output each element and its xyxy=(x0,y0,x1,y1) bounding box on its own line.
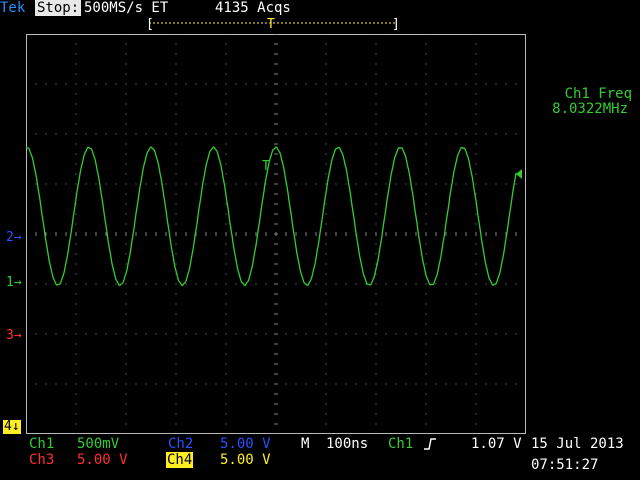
trigger-level-marker: T xyxy=(262,159,270,174)
brand-label: Tek xyxy=(0,0,26,16)
ch4-scale: 5.00 V xyxy=(220,452,271,468)
measurement-label: Ch1 Freq xyxy=(564,86,632,102)
ch3-label[interactable]: Ch3 xyxy=(29,452,54,468)
trigger-source[interactable]: Ch1 xyxy=(388,436,413,452)
record-position-bar: [ ] T xyxy=(146,17,400,30)
ch3-scale: 5.00 V xyxy=(77,452,128,468)
ch2-ground-marker[interactable]: 2→ xyxy=(6,231,22,245)
ch3-ground-marker[interactable]: 3→ xyxy=(6,329,22,343)
ch4-label[interactable]: Ch4 xyxy=(166,452,194,468)
ch2-label[interactable]: Ch2 xyxy=(168,436,193,452)
trigger-position-marker: T xyxy=(267,17,275,30)
horizontal-scale[interactable]: 100ns xyxy=(326,436,368,452)
time-readout: 07:51:27 xyxy=(531,457,599,473)
ch4-ground-marker[interactable]: 4↓ xyxy=(3,420,21,434)
ch1-ground-marker[interactable]: 1→ xyxy=(6,276,22,290)
rising-edge-icon xyxy=(424,438,436,450)
date-readout: 15 Jul 2013 xyxy=(531,436,624,452)
graticule-display[interactable]: T xyxy=(26,34,526,434)
acquisition-count: 4135 Acqs xyxy=(215,0,291,16)
trigger-level: 1.07 V xyxy=(471,436,522,452)
svg-text:]: ] xyxy=(392,17,400,30)
measurement-value: 8.0322MHz xyxy=(552,101,628,117)
ch1-waveform xyxy=(26,146,517,287)
acquisition-state-badge[interactable]: Stop: xyxy=(35,0,82,16)
ch2-scale: 5.00 V xyxy=(220,436,271,452)
trigger-level-arrow-icon xyxy=(516,169,522,179)
svg-text:[: [ xyxy=(146,17,154,30)
sample-rate-readout: 500MS/s ET xyxy=(84,0,169,16)
graticule-grid xyxy=(26,34,526,434)
ch1-scale: 500mV xyxy=(77,436,120,452)
horizontal-prefix: M xyxy=(301,436,310,452)
ch1-label[interactable]: Ch1 xyxy=(29,436,54,452)
